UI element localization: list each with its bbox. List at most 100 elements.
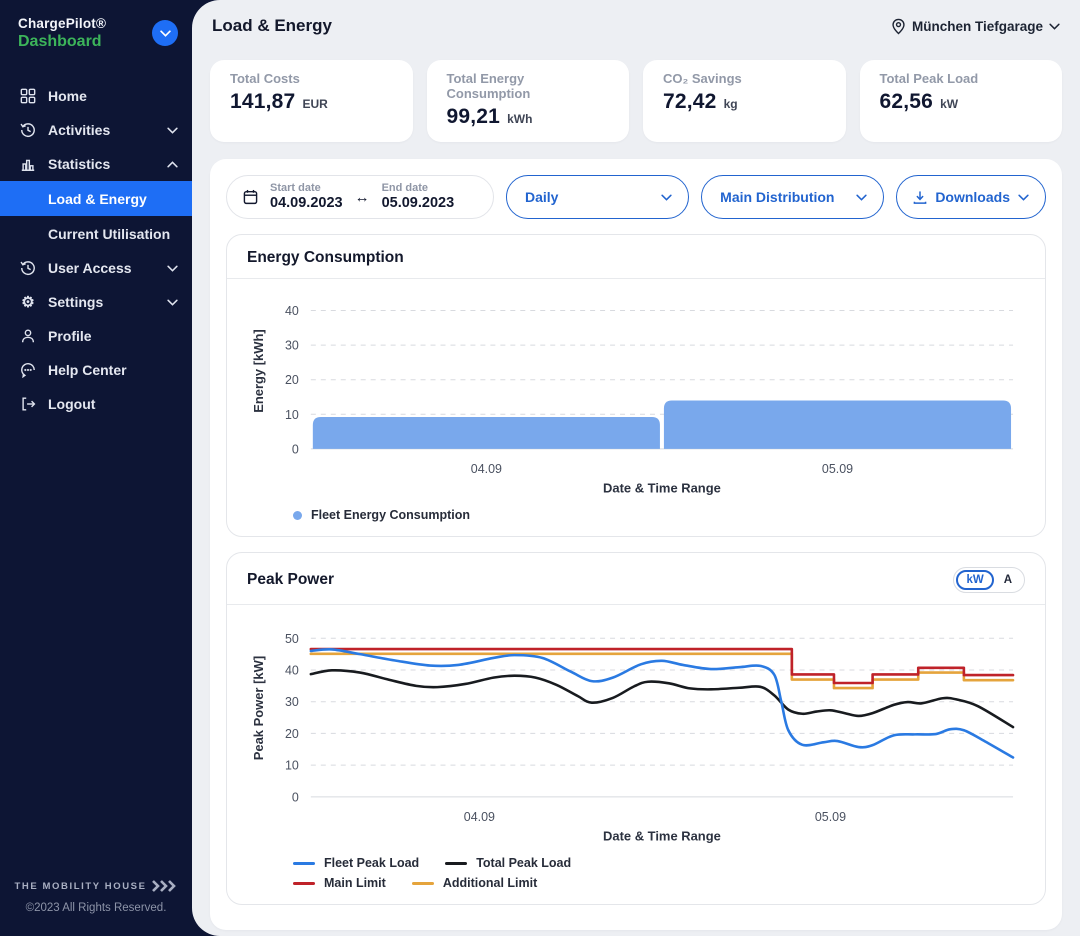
legend-item[interactable]: Fleet Energy Consumption: [293, 508, 470, 522]
sidebar-item-statistics[interactable]: Statistics: [0, 147, 192, 181]
chat-bubble-icon: [19, 361, 37, 379]
sidebar-item-label: Current Utilisation: [48, 226, 178, 242]
chevron-down-icon: [167, 299, 178, 306]
unit-toggle-a[interactable]: A: [994, 570, 1022, 590]
stat-value: 141,87: [230, 90, 295, 114]
sidebar-footer: THE MOBILITY HOUSE ©2023 All Rights Rese…: [0, 880, 192, 936]
stat-card-total-costs: Total Costs 141,87EUR: [210, 60, 413, 142]
triple-chevron-icon: [152, 880, 178, 892]
distribution-select-value: Main Distribution: [720, 189, 834, 205]
chevron-down-icon: [1049, 23, 1060, 30]
date-range-picker[interactable]: Start date 04.09.2023 ↔ End date 05.09.2…: [226, 175, 494, 219]
svg-text:40: 40: [285, 304, 299, 318]
legend-item[interactable]: Fleet Peak Load: [293, 856, 419, 870]
interval-select-value: Daily: [525, 189, 558, 205]
divider: [227, 604, 1045, 605]
svg-text:0: 0: [292, 442, 299, 456]
svg-text:Date & Time Range: Date & Time Range: [603, 481, 721, 496]
downloads-button[interactable]: Downloads: [896, 175, 1046, 219]
stat-card-peak-load: Total Peak Load 62,56kW: [860, 60, 1063, 142]
stat-value: 72,42: [663, 90, 717, 114]
chevron-down-icon: [856, 194, 867, 201]
energy-consumption-card: Energy Consumption 0 10 20 30 40 Energy [kWh]…: [226, 234, 1046, 537]
stats-row: Total Costs 141,87EUR Total Energy Consu…: [210, 60, 1062, 142]
mobility-house-logo: THE MOBILITY HOUSE: [0, 880, 192, 892]
chevron-down-icon: [160, 30, 171, 37]
stat-unit: kWh: [507, 112, 532, 126]
distribution-select[interactable]: Main Distribution: [701, 175, 884, 219]
home-grid-icon: [19, 87, 37, 105]
chevron-down-icon: [661, 194, 672, 201]
legend-item[interactable]: Additional Limit: [412, 876, 537, 890]
svg-text:05.09: 05.09: [815, 810, 846, 824]
brand: ChargePilot® Dashboard: [0, 0, 192, 61]
svg-text:30: 30: [285, 339, 299, 353]
sidebar-item-load-energy[interactable]: Load & Energy: [0, 181, 192, 216]
chart-legend-row: Fleet Peak Load Total Peak Load: [247, 854, 1025, 874]
sidebar-item-label: Statistics: [48, 156, 167, 172]
sidebar-item-label: User Access: [48, 260, 167, 276]
sidebar-item-current-utilisation[interactable]: Current Utilisation: [0, 216, 192, 251]
interval-select[interactable]: Daily: [506, 175, 689, 219]
location-pin-icon: [891, 18, 906, 35]
chevron-up-icon: [167, 161, 178, 168]
energy-consumption-svg: 010203040Energy [kWh]04.0905.09Date & Ti…: [247, 285, 1025, 501]
sidebar-item-label: Profile: [48, 328, 178, 344]
location-selector[interactable]: München Tiefgarage: [891, 18, 1060, 35]
person-icon: [19, 327, 37, 345]
peak-power-card: Peak Power kW A 01020304050Peak Power [k…: [226, 552, 1046, 905]
legend-swatch: [445, 862, 467, 865]
page-header: Load & Energy München Tiefgarage: [210, 0, 1062, 52]
start-date-field[interactable]: Start date 04.09.2023: [270, 182, 343, 211]
sidebar-item-settings[interactable]: ⚙ Settings: [0, 285, 192, 319]
chart-legend-row: Main Limit Additional Limit: [247, 874, 1025, 894]
peak-power-chart-title: Peak Power: [247, 571, 334, 589]
svg-text:Date & Time Range: Date & Time Range: [603, 829, 721, 844]
legend-label: Total Peak Load: [476, 856, 571, 870]
legend-swatch: [293, 511, 302, 520]
history-clock-icon: [19, 121, 37, 139]
unit-toggle-kw[interactable]: kW: [956, 570, 993, 590]
sidebar-item-user-access[interactable]: User Access: [0, 251, 192, 285]
svg-text:Peak Power [kW]: Peak Power [kW]: [251, 656, 266, 760]
stat-label: Total Energy Consumption: [447, 71, 610, 101]
mobility-house-logo-text: THE MOBILITY HOUSE: [14, 881, 146, 892]
energy-consumption-chart: 010203040Energy [kWh]04.0905.09Date & Ti…: [247, 285, 1025, 526]
start-date-label: Start date: [270, 182, 343, 195]
sidebar-item-help-center[interactable]: Help Center: [0, 353, 192, 387]
svg-text:50: 50: [285, 632, 299, 646]
svg-text:Energy [kWh]: Energy [kWh]: [251, 329, 266, 412]
range-arrow-icon: ↔: [355, 189, 370, 206]
sidebar-item-label: Help Center: [48, 362, 178, 378]
energy-chart-title: Energy Consumption: [247, 249, 404, 267]
download-icon: [913, 190, 927, 205]
sidebar-collapse-button[interactable]: [152, 20, 178, 46]
legend-item[interactable]: Main Limit: [293, 876, 386, 890]
filter-row: Start date 04.09.2023 ↔ End date 05.09.2…: [226, 175, 1046, 219]
sidebar-item-activities[interactable]: Activities: [0, 113, 192, 147]
svg-text:20: 20: [285, 373, 299, 387]
sidebar-item-profile[interactable]: Profile: [0, 319, 192, 353]
stat-unit: kW: [940, 97, 958, 111]
calendar-icon: [243, 189, 258, 205]
legend-item[interactable]: Total Peak Load: [445, 856, 571, 870]
stat-card-total-energy: Total Energy Consumption 99,21kWh: [427, 60, 630, 142]
stat-label: CO₂ Savings: [663, 71, 826, 86]
sidebar-item-label: Home: [48, 88, 178, 104]
end-date-label: End date: [382, 182, 455, 195]
sidebar-item-label: Activities: [48, 122, 167, 138]
svg-text:40: 40: [285, 663, 299, 677]
divider: [227, 278, 1045, 279]
legend-label: Fleet Peak Load: [324, 856, 419, 870]
sidebar-item-label: Settings: [48, 294, 167, 310]
user-access-icon: [19, 259, 37, 277]
sidebar-item-home[interactable]: Home: [0, 79, 192, 113]
end-date-field[interactable]: End date 05.09.2023: [382, 182, 455, 211]
svg-text:10: 10: [285, 408, 299, 422]
sidebar-item-logout[interactable]: Logout: [0, 387, 192, 421]
svg-text:30: 30: [285, 695, 299, 709]
unit-toggle[interactable]: kW A: [953, 567, 1025, 593]
bar-chart-icon: [19, 155, 37, 173]
sidebar: ChargePilot® Dashboard Home Activities S…: [0, 0, 192, 936]
chevron-down-icon: [167, 265, 178, 272]
